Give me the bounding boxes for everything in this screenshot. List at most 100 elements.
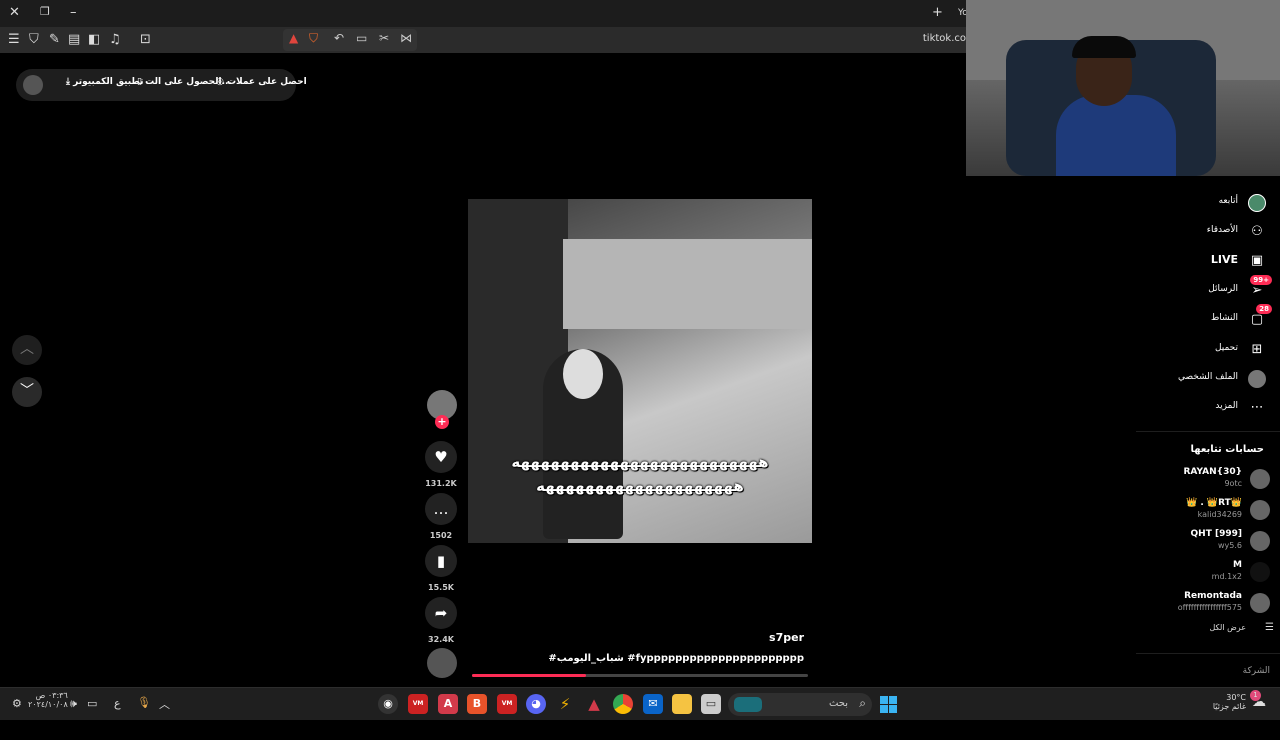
obs-icon[interactable]: ◉ — [378, 694, 398, 714]
video-progress-bar[interactable] — [472, 674, 808, 677]
voicemeeter-icon[interactable]: VM — [408, 694, 428, 714]
video-frame-window — [563, 239, 812, 329]
comment-icon[interactable]: … — [425, 493, 457, 525]
video-author[interactable]: s7per — [740, 631, 804, 644]
weather-widget[interactable]: 30°C غائم جزئيًا — [1206, 693, 1246, 711]
sidebar-item-activity[interactable]: النشاط ▢ 28 — [1136, 304, 1272, 331]
following-header: حسابات تتابعها — [1190, 444, 1264, 455]
share-icon[interactable]: ➦ — [425, 597, 457, 629]
window-icon[interactable]: ▭ — [701, 694, 721, 714]
phone-icon: ▯ — [137, 77, 146, 87]
sidebar-item-following[interactable]: أتابعه — [1136, 192, 1270, 214]
video-player[interactable]: هههههههههههههههههههههههههه ههههههههههههه… — [468, 199, 812, 543]
brave-icon[interactable]: B — [467, 694, 487, 714]
start-tile — [889, 705, 897, 713]
chevron-up-icon: ︿ — [20, 341, 34, 357]
clock-date: ٢٠٢٤/١٠/٠٨ — [28, 700, 68, 709]
address-bar[interactable]: tiktok.co — [923, 33, 966, 44]
get-coins-link[interactable]: ◎ احصل على عملات — [216, 77, 307, 87]
microphone-icon[interactable]: 🎙 — [137, 696, 151, 709]
company-link[interactable]: الشركة — [1243, 666, 1270, 676]
language-indicator[interactable]: ع — [114, 697, 121, 710]
chrome-icon[interactable] — [613, 694, 633, 714]
share-action[interactable]: ➦ 32.4K — [422, 597, 460, 644]
music-disc-icon[interactable] — [427, 648, 457, 678]
avatar — [1250, 562, 1270, 582]
sidebar-item-live[interactable]: LIVE ▣ — [1136, 250, 1270, 272]
shield-icon[interactable]: ⛉ — [29, 32, 39, 47]
menu-icon[interactable]: ☰ — [8, 32, 20, 47]
like-action[interactable]: ♥ 131.2K — [422, 441, 460, 488]
chevron-up-icon[interactable]: ︿ — [159, 696, 170, 712]
share-count: 32.4K — [428, 635, 454, 644]
start-tile — [880, 696, 888, 704]
next-video-button[interactable]: ﹀ — [12, 377, 42, 407]
heart-icon[interactable]: ♥ — [425, 441, 457, 473]
desktop-app-link[interactable]: ⤓ تطبيق الكمبيوتر — [66, 77, 144, 87]
close-window-icon[interactable]: ✕ — [9, 5, 20, 20]
tools-icon[interactable]: ✂ — [379, 31, 389, 45]
sidebar-item-upload[interactable]: تحميل ⊞ — [1136, 339, 1270, 361]
sidebar-item-friends[interactable]: الأصدقاء ⚇ — [1136, 221, 1270, 243]
aria-icon[interactable]: ▲ — [289, 31, 298, 45]
comment-action[interactable]: … 1502 — [422, 493, 460, 540]
friends-icon: ⚇ — [1251, 224, 1263, 239]
notification-icon[interactable]: ⚙ — [12, 697, 22, 710]
bookmark-icon[interactable]: ▮ — [425, 545, 457, 577]
network-icon[interactable]: ▭ — [87, 697, 97, 710]
clock-time: ٠٣:٣٦ ص — [35, 691, 68, 700]
pin-icon[interactable]: ✎ — [49, 32, 60, 47]
minimize-window-icon[interactable]: – — [70, 5, 77, 20]
follow-plus-icon[interactable]: + — [435, 415, 449, 429]
mail-icon[interactable]: ✉ — [643, 694, 663, 714]
start-button[interactable] — [880, 696, 897, 713]
comment-count: 1502 — [429, 531, 453, 540]
webcam-person-cap — [1072, 36, 1136, 58]
avatar — [1250, 593, 1270, 613]
start-tile — [889, 696, 897, 704]
vpn-icon[interactable]: ⋈ — [400, 31, 412, 45]
taskbar-search[interactable]: بحث ⌕ — [728, 693, 872, 716]
taskbar: ⚙ ٠٣:٣٦ ص ٢٠٢٤/١٠/٠٨ 🕪 ▭ ع 🎙 ︿ ◉ VM A B … — [0, 687, 1280, 720]
profile-icon — [1248, 370, 1266, 388]
save-action[interactable]: ▮ 15.5K — [422, 545, 460, 592]
avatar — [1250, 531, 1270, 551]
upload-icon: ⊞ — [1251, 342, 1263, 357]
volume-icon[interactable]: 🕪 — [70, 697, 77, 711]
following-account[interactable]: QHT [999] wy5.6 — [1142, 529, 1276, 555]
new-tab-icon[interactable]: + — [932, 5, 943, 20]
avatar — [1250, 500, 1270, 520]
aria-icon[interactable]: ▲ — [584, 694, 604, 714]
back-icon[interactable]: ↶ — [334, 31, 344, 45]
previous-video-button[interactable]: ︿ — [12, 335, 42, 365]
discord-icon[interactable]: ◕ — [526, 694, 546, 714]
app-yellow-icon[interactable]: ⚡ — [555, 694, 575, 714]
tabs-icon[interactable]: ▤ — [68, 32, 80, 47]
screenshot-icon[interactable]: ⊡ — [140, 32, 151, 47]
avatar[interactable] — [23, 75, 43, 95]
sidebar-item-profile[interactable]: الملف الشخصي — [1136, 368, 1270, 390]
laptop-icon[interactable]: ▭ — [356, 31, 367, 45]
app-a-icon[interactable]: A — [438, 694, 458, 714]
music-icon[interactable]: ♫ — [109, 32, 121, 47]
sidebar-icon[interactable]: ◧ — [88, 32, 100, 47]
weather-desc: غائم جزئيًا — [1212, 702, 1246, 711]
voicemeeter-2-icon[interactable]: VM — [497, 694, 517, 714]
avatar-icon — [1248, 194, 1266, 212]
extensions-bar: ▲ ⛉ ↶ ▭ ✂ ⋈ — [283, 29, 417, 51]
sidebar-item-messages[interactable]: الرسائل ➢ 99+ — [1136, 275, 1272, 302]
webcam-person-body — [1056, 95, 1176, 176]
divider — [1136, 431, 1280, 432]
video-caption-line-2: ههههههههههههههههههههه — [536, 477, 745, 495]
restore-window-icon[interactable]: ❐ — [40, 5, 50, 18]
following-account[interactable]: M md.1x2 — [1142, 560, 1276, 586]
sidebar-item-more[interactable]: المزيد ⋯ — [1136, 397, 1270, 419]
following-account[interactable]: 👑 . 👑RT👑 kalid34269 — [1142, 498, 1276, 524]
live-icon: ▣ — [1250, 253, 1264, 268]
following-account[interactable]: RAYAN{30} 9otc — [1142, 467, 1276, 493]
view-all-link[interactable]: عرض الكل — [1209, 623, 1246, 632]
following-account[interactable]: Remontada offffffffffffffff575 — [1142, 591, 1276, 617]
file-explorer-icon[interactable] — [672, 694, 692, 714]
clock[interactable]: ٠٣:٣٦ ص ٢٠٢٤/١٠/٠٨ — [28, 691, 68, 709]
brave-shield-icon[interactable]: ⛉ — [309, 31, 318, 46]
